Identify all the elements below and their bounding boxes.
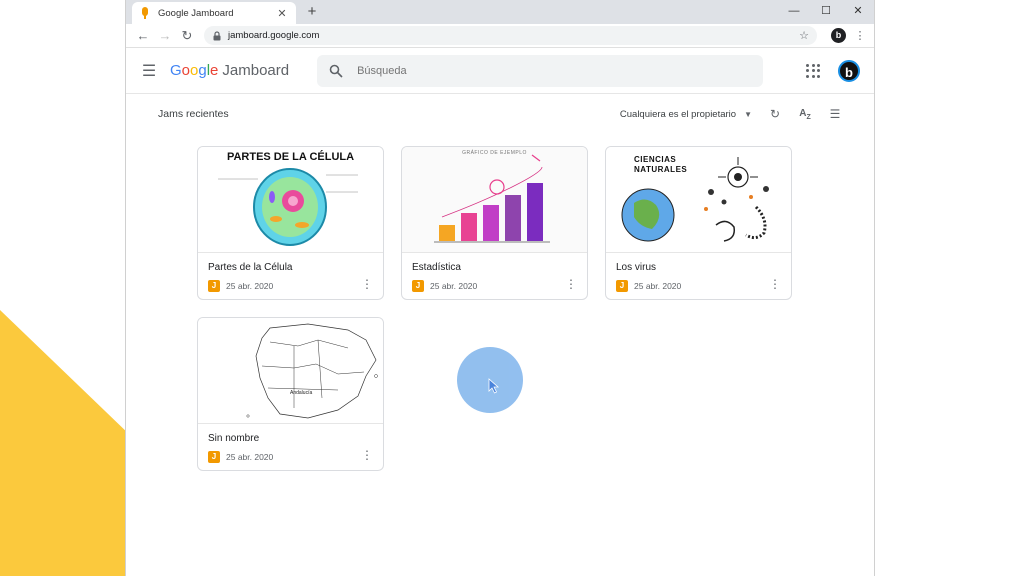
app-header: ☰ Google Jamboard b [126,48,874,94]
jam-date: 25 abr. 2020 [430,281,478,291]
tab-close-icon[interactable]: ✕ [276,7,288,20]
jam-title: Sin nombre [208,433,260,444]
jamboard-file-icon: J [208,451,220,463]
cell-illustration-icon [218,168,358,246]
main-menu-icon[interactable]: ☰ [140,61,158,81]
sort-az-icon[interactable]: AZ [798,108,812,121]
account-avatar[interactable]: b [838,59,860,82]
address-bar: ← → ↻ jamboard.google.com ☆ b ⋮ [126,24,874,48]
jam-date: 25 abr. 2020 [226,281,274,291]
jam-meta: J 25 abr. 2020 [208,451,383,463]
jam-card[interactable]: Andalucía Sin nombre J 25 abr. 2020 ⋮ [197,317,384,471]
logo-letter: G [170,62,182,79]
close-window-button[interactable]: ✕ [842,0,874,24]
owner-filter-label: Cualquiera es el propietario [619,108,737,120]
jam-meta: J 25 abr. 2020 [616,280,791,292]
bookmark-star-icon[interactable]: ☆ [799,29,809,42]
jam-card[interactable]: PARTES DE LA CÉLULA Partes de la Célula … [197,146,384,300]
jam-more-options-icon[interactable]: ⋮ [361,278,373,290]
refresh-icon[interactable]: ↻ [768,107,782,121]
jam-card[interactable]: CIENCIAS NATURALES Los virus J 25 abr. 2… [605,146,792,300]
jamboard-logo[interactable]: Google Jamboard [170,62,289,79]
jam-title: Partes de la Célula [208,262,293,273]
url-text: jamboard.google.com [228,30,320,41]
maximize-button[interactable]: ☐ [810,0,842,24]
logo-letter: o [181,62,191,79]
bar-chart-illustration-icon [434,154,550,243]
thumbnail-text: Andalucía [290,390,313,396]
jam-card[interactable]: GRÁFICO DE EJEMPLO Estadística J 25 abr.… [401,146,588,300]
jam-title: Los virus [616,262,657,273]
jamboard-favicon-icon [142,7,148,19]
jamboard-file-icon: J [208,280,220,292]
jamboard-file-icon: J [616,280,628,292]
minimize-button[interactable]: — [778,0,810,24]
jam-more-options-icon[interactable]: ⋮ [565,278,577,290]
google-apps-icon[interactable] [806,63,820,78]
tab-title: Google Jamboard [158,7,234,19]
forward-button[interactable]: → [154,28,176,43]
virus-illustration-icon [621,157,769,242]
jam-more-options-icon[interactable]: ⋮ [361,449,373,461]
lock-icon [213,30,221,40]
reload-button[interactable]: ↻ [176,28,198,44]
jam-title: Estadística [412,262,461,273]
jam-thumbnail: CIENCIAS NATURALES [606,147,791,253]
omnibox[interactable]: jamboard.google.com ☆ [204,26,817,45]
browser-window: Google Jamboard ✕ + — ☐ ✕ ← → ↻ jamboard… [126,0,874,576]
jam-meta: J 25 abr. 2020 [412,280,587,292]
product-name: Jamboard [222,62,290,79]
list-view-icon[interactable]: ☰ [828,107,842,121]
logo-letter: g [198,62,207,79]
browser-profile-avatar[interactable]: b [831,28,846,43]
cursor-highlight [457,347,523,413]
browser-tab[interactable]: Google Jamboard ✕ [132,2,296,24]
jam-meta: J 25 abr. 2020 [208,280,383,292]
search-box[interactable] [317,54,764,87]
jam-thumbnail: Andalucía [198,318,383,424]
search-input[interactable] [357,64,752,77]
section-title: Jams recientes [158,108,229,120]
mouse-pointer-icon [488,378,500,394]
window-controls: — ☐ ✕ [778,0,874,24]
logo-letter: e [210,62,219,79]
new-tab-button[interactable]: + [304,2,320,22]
owner-filter-dropdown[interactable]: Cualquiera es el propietario ▼ [620,109,752,120]
jam-date: 25 abr. 2020 [634,281,682,291]
map-illustration-icon [246,323,378,419]
back-button[interactable]: ← [132,28,154,43]
search-icon [329,64,343,78]
jam-thumbnail: GRÁFICO DE EJEMPLO [402,147,587,253]
jam-date: 25 abr. 2020 [226,452,274,462]
browser-menu-icon[interactable]: ⋮ [852,29,868,42]
jamboard-file-icon: J [412,280,424,292]
chevron-down-icon: ▼ [744,109,752,119]
tab-bar: Google Jamboard ✕ + — ☐ ✕ [126,0,874,24]
list-toolbar: Jams recientes Cualquiera es el propieta… [126,94,874,134]
jam-grid: PARTES DE LA CÉLULA Partes de la Célula … [197,146,792,471]
jam-thumbnail: PARTES DE LA CÉLULA [198,147,383,253]
jam-more-options-icon[interactable]: ⋮ [769,278,781,290]
